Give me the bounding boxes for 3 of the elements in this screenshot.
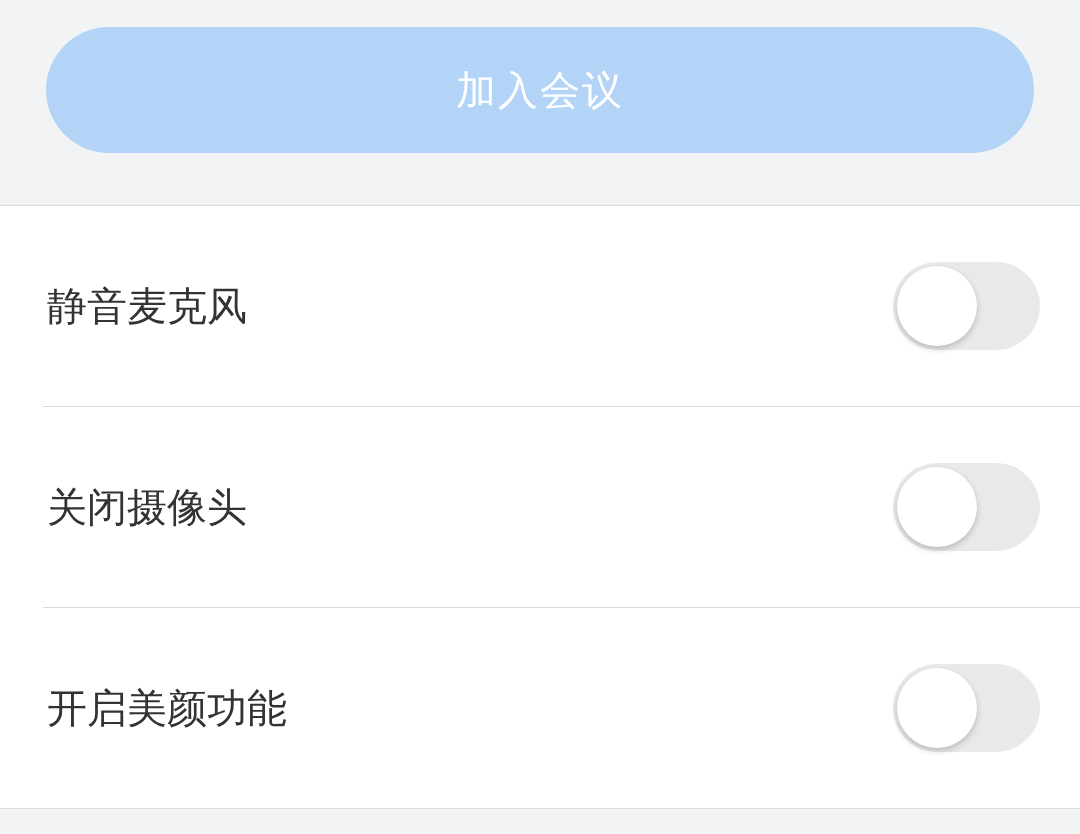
setting-label: 静音麦克风: [47, 281, 247, 331]
setting-label: 开启美颜功能: [47, 683, 287, 733]
setting-label: 关闭摄像头: [47, 482, 247, 532]
